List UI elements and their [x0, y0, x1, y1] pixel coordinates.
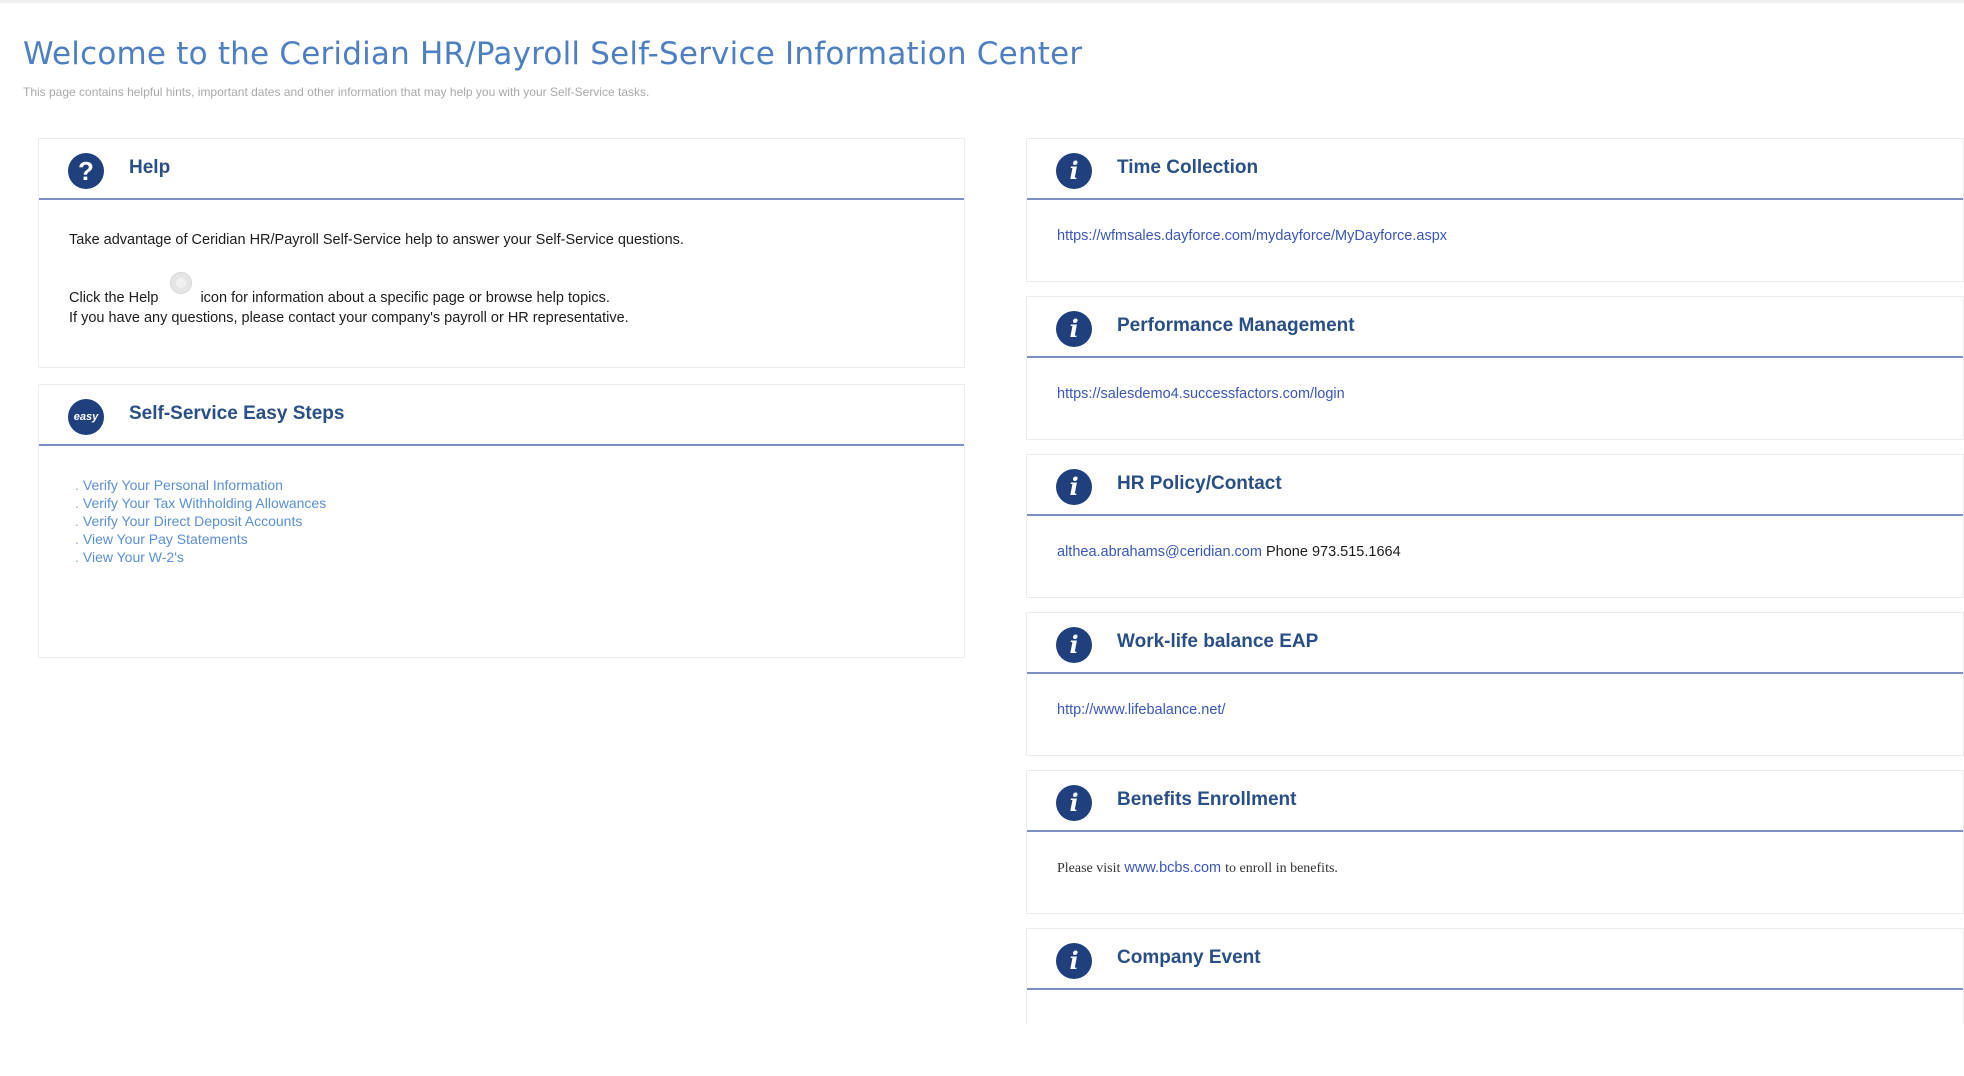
easy-step-item[interactable]: . Verify Your Tax Withholding Allowances [75, 494, 326, 512]
info-icon: i [1056, 785, 1092, 821]
easy-step-link[interactable]: View Your W-2's [83, 549, 184, 565]
bullet-dot: . [75, 531, 79, 547]
easy-step-item[interactable]: . View Your Pay Statements [75, 530, 326, 548]
easy-steps-panel: easy Self-Service Easy Steps . Verify You… [38, 384, 965, 658]
time-collection-header: i Time Collection [1027, 139, 1963, 200]
company-event-header: i Company Event [1027, 929, 1963, 990]
easy-step-item[interactable]: . Verify Your Direct Deposit Accounts [75, 512, 326, 530]
hr-policy-content: althea.abrahams@ceridian.com Phone 973.5… [1057, 544, 1401, 560]
phone-label: Phone [1265, 544, 1308, 560]
bullet-dot: . [75, 477, 79, 493]
easy-step-item[interactable]: . Verify Your Personal Information [75, 476, 326, 494]
easy-steps-panel-title: Self-Service Easy Steps [129, 403, 345, 424]
question-icon: ? [68, 153, 104, 189]
info-icon: i [1056, 469, 1092, 505]
help-text-line-1: Take advantage of Ceridian HR/Payroll Se… [69, 232, 684, 248]
easy-step-item[interactable]: . View Your W-2's [75, 548, 326, 566]
benefits-panel: i Benefits Enrollment Please visit www.b… [1026, 770, 1964, 914]
benefits-header: i Benefits Enrollment [1027, 771, 1963, 832]
work-life-link[interactable]: http://www.lifebalance.net/ [1057, 702, 1225, 718]
easy-step-link[interactable]: Verify Your Direct Deposit Accounts [83, 513, 302, 529]
top-border [0, 0, 1964, 3]
easy-steps-panel-header: easy Self-Service Easy Steps [39, 385, 964, 446]
page-title: Welcome to the Ceridian HR/Payroll Self-… [23, 36, 1083, 72]
help-text-line-2-after: icon for information about a specific pa… [200, 290, 610, 306]
company-event-panel: i Company Event [1026, 928, 1964, 1024]
help-text-line-2-before: Click the Help [69, 290, 159, 306]
easy-steps-list: . Verify Your Personal Information . Verif… [75, 476, 326, 566]
easy-icon: easy [68, 399, 104, 435]
help-panel-header: ? Help [39, 139, 964, 200]
help-icon [170, 272, 193, 294]
hr-policy-header: i HR Policy/Contact [1027, 455, 1963, 516]
performance-content: https://salesdemo4.successfactors.com/lo… [1057, 386, 1345, 402]
benefits-text-before: Please visit [1057, 861, 1121, 876]
company-event-title: Company Event [1117, 947, 1261, 968]
info-icon: i [1056, 153, 1092, 189]
info-icon: i [1056, 311, 1092, 347]
work-life-content: http://www.lifebalance.net/ [1057, 702, 1225, 718]
time-collection-title: Time Collection [1117, 157, 1259, 178]
page-subtitle: This page contains helpful hints, import… [23, 85, 650, 99]
performance-title: Performance Management [1117, 315, 1355, 336]
time-collection-link[interactable]: https://wfmsales.dayforce.com/mydayforce… [1057, 228, 1447, 244]
hr-policy-panel: i HR Policy/Contact althea.abrahams@ceri… [1026, 454, 1964, 598]
phone-number: 973.515.1664 [1311, 544, 1401, 560]
bullet-dot: . [75, 495, 79, 511]
performance-header: i Performance Management [1027, 297, 1963, 358]
performance-link[interactable]: https://salesdemo4.successfactors.com/lo… [1057, 386, 1345, 402]
bullet-dot: . [75, 549, 79, 565]
easy-step-link[interactable]: Verify Your Tax Withholding Allowances [83, 495, 326, 511]
info-icon: i [1056, 943, 1092, 979]
work-life-header: i Work-life balance EAP [1027, 613, 1963, 674]
info-icon: i [1056, 627, 1092, 663]
help-panel: ? Help Take advantage of Ceridian HR/Pay… [38, 138, 965, 368]
benefits-title: Benefits Enrollment [1117, 789, 1297, 810]
bcbs-link[interactable]: www.bcbs.com [1124, 860, 1221, 876]
benefits-text-after: to enroll in benefits. [1225, 861, 1338, 876]
performance-panel: i Performance Management https://salesde… [1026, 296, 1964, 440]
help-text-line-2: Click the Help icon for information about… [69, 272, 610, 306]
easy-step-link[interactable]: Verify Your Personal Information [83, 477, 283, 493]
work-life-title: Work-life balance EAP [1117, 631, 1319, 652]
time-collection-content: https://wfmsales.dayforce.com/mydayforce… [1057, 228, 1447, 244]
easy-step-link[interactable]: View Your Pay Statements [83, 531, 248, 547]
time-collection-panel: i Time Collection https://wfmsales.dayfo… [1026, 138, 1964, 282]
benefits-content: Please visit www.bcbs.com to enroll in b… [1057, 860, 1338, 877]
help-panel-title: Help [129, 157, 171, 178]
hr-policy-title: HR Policy/Contact [1117, 473, 1282, 494]
self-service-information-center: Welcome to the Ceridian HR/Payroll Self-… [0, 0, 1964, 1076]
work-life-panel: i Work-life balance EAP http://www.lifeb… [1026, 612, 1964, 756]
bullet-dot: . [75, 513, 79, 529]
hr-contact-email-link[interactable]: althea.abrahams@ceridian.com [1057, 544, 1262, 560]
help-text-line-3: If you have any questions, please contac… [69, 310, 629, 326]
